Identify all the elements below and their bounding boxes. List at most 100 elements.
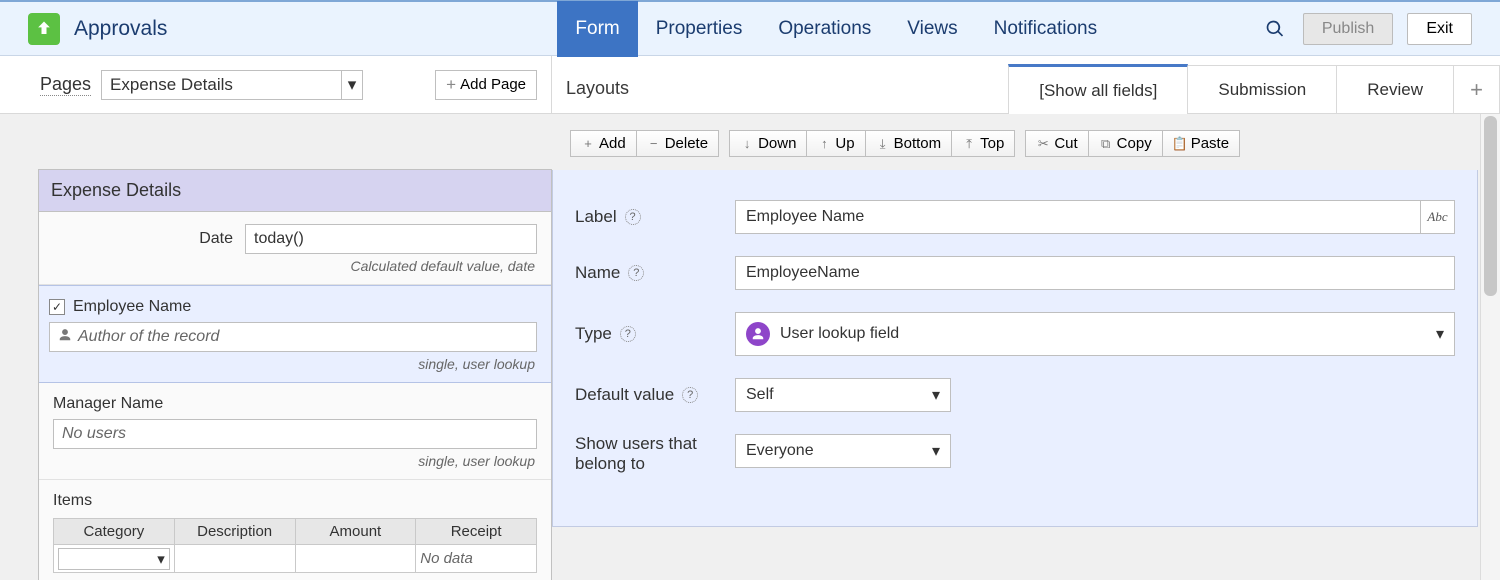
date-input[interactable]: today() <box>245 224 537 254</box>
cell-category[interactable]: ▾ <box>54 545 175 573</box>
field-row-employee[interactable]: ✓ Employee Name Author of the record sin… <box>39 285 551 383</box>
properties-form: Label? Employee Name Abc Name? EmployeeN… <box>552 170 1478 527</box>
label-input[interactable]: Employee Name <box>735 200 1421 234</box>
app-icon <box>28 13 60 45</box>
items-table: Category Description Amount Receipt ▾ No… <box>53 518 537 573</box>
minus-icon: − <box>647 137 661 151</box>
field-hint: single, user lookup <box>53 449 537 475</box>
scrollbar[interactable] <box>1480 114 1500 580</box>
field-row-items[interactable]: Items Category Description Amount Receip… <box>39 480 551 580</box>
delete-button[interactable]: −Delete <box>637 130 719 157</box>
employee-name-input[interactable]: Author of the record <box>49 322 537 352</box>
chevron-down-icon: ▾ <box>1436 324 1444 344</box>
field-label: Items <box>53 492 537 518</box>
arrow-to-bottom-icon: ⤓ <box>876 137 890 151</box>
form-card-title: Expense Details <box>39 170 551 212</box>
type-select[interactable]: User lookup field ▾ <box>735 312 1455 356</box>
col-category: Category <box>54 519 175 545</box>
top-button[interactable]: ⤒Top <box>952 130 1015 157</box>
pages-select-value: Expense Details <box>110 75 233 95</box>
help-icon[interactable]: ? <box>682 387 698 403</box>
prop-showusers-2: belong to <box>575 454 645 474</box>
exit-button[interactable]: Exit <box>1407 13 1472 45</box>
category-select[interactable]: ▾ <box>58 548 170 570</box>
plus-icon: + <box>581 137 595 151</box>
nav-notifications[interactable]: Notifications <box>976 1 1116 57</box>
bottom-button[interactable]: ⤓Bottom <box>866 130 953 157</box>
abc-icon[interactable]: Abc <box>1421 200 1455 234</box>
nav-properties[interactable]: Properties <box>638 1 761 57</box>
field-properties-panel: +Add −Delete ↓Down ↑Up ⤓Bottom ⤒Top ✂Cut… <box>552 114 1500 580</box>
field-row-date[interactable]: Date today() Calculated default value, d… <box>39 212 551 285</box>
pages-label: Pages <box>40 74 91 96</box>
chevron-down-icon[interactable]: ▾ <box>341 70 362 100</box>
clipboard-icon: 📋 <box>1173 137 1187 151</box>
search-icon[interactable] <box>1261 15 1289 43</box>
layout-tab-show-all[interactable]: [Show all fields] <box>1008 64 1188 114</box>
down-button[interactable]: ↓Down <box>729 130 807 157</box>
work-area: Expense Details Date today() Calculated … <box>0 114 1500 580</box>
manager-name-input[interactable]: No users <box>53 419 537 449</box>
help-icon[interactable]: ? <box>620 326 636 342</box>
up-button[interactable]: ↑Up <box>807 130 865 157</box>
prop-default: Default value <box>575 385 674 405</box>
scissors-icon: ✂ <box>1036 137 1050 151</box>
prop-showusers-1: Show users that <box>575 434 697 454</box>
field-toolbar: +Add −Delete ↓Down ↑Up ⤓Bottom ⤒Top ✂Cut… <box>552 114 1500 167</box>
arrow-to-top-icon: ⤒ <box>962 137 976 151</box>
field-hint: Calculated default value, date <box>53 254 537 280</box>
cell-receipt: No data <box>416 545 537 573</box>
chevron-down-icon: ▾ <box>932 441 940 461</box>
arrow-up-icon: ↑ <box>817 137 831 151</box>
field-label: Date <box>53 230 245 248</box>
field-label: Manager Name <box>53 395 537 419</box>
plus-icon: + <box>1470 77 1483 103</box>
cell-description[interactable] <box>174 545 295 573</box>
nav-form[interactable]: Form <box>557 1 637 57</box>
user-icon <box>58 328 72 347</box>
add-page-label: Add Page <box>460 76 526 93</box>
chevron-down-icon: ▾ <box>932 385 940 405</box>
name-input[interactable]: EmployeeName <box>735 256 1455 290</box>
nav-views[interactable]: Views <box>889 1 975 57</box>
top-bar: Approvals Form Properties Operations Vie… <box>0 0 1500 56</box>
publish-button[interactable]: Publish <box>1303 13 1393 45</box>
col-description: Description <box>174 519 295 545</box>
copy-icon: ⧉ <box>1099 137 1113 151</box>
plus-icon: + <box>446 75 456 95</box>
layout-tab-add[interactable]: + <box>1454 65 1500 113</box>
paste-button[interactable]: 📋Paste <box>1163 130 1240 157</box>
help-icon[interactable]: ? <box>628 265 644 281</box>
arrow-down-icon: ↓ <box>740 137 754 151</box>
form-card: Expense Details Date today() Calculated … <box>38 169 552 580</box>
layouts-label: Layouts <box>566 78 629 113</box>
show-users-select[interactable]: Everyone▾ <box>735 434 951 468</box>
chevron-down-icon: ▾ <box>157 550 169 568</box>
add-page-button[interactable]: + Add Page <box>435 70 537 100</box>
form-preview-panel: Expense Details Date today() Calculated … <box>0 114 552 580</box>
field-hint: single, user lookup <box>49 352 537 378</box>
add-button[interactable]: +Add <box>570 130 637 157</box>
col-receipt: Receipt <box>416 519 537 545</box>
col-amount: Amount <box>295 519 416 545</box>
layout-tabs: [Show all fields] Submission Review + <box>1008 65 1500 113</box>
sub-bar: Pages Expense Details ▾ + Add Page Layou… <box>0 56 1500 114</box>
default-value-select[interactable]: Self▾ <box>735 378 951 412</box>
nested-hint: Nested <box>53 573 537 580</box>
layout-tab-submission[interactable]: Submission <box>1188 65 1337 113</box>
cut-button[interactable]: ✂Cut <box>1025 130 1088 157</box>
top-nav: Form Properties Operations Views Notific… <box>557 1 1115 57</box>
cell-amount[interactable] <box>295 545 416 573</box>
field-row-manager[interactable]: Manager Name No users single, user looku… <box>39 383 551 480</box>
prop-label: Label <box>575 207 617 227</box>
layout-tab-review[interactable]: Review <box>1337 65 1454 113</box>
copy-button[interactable]: ⧉Copy <box>1089 130 1163 157</box>
pages-select[interactable]: Expense Details ▾ <box>101 70 363 100</box>
nav-operations[interactable]: Operations <box>760 1 889 57</box>
user-icon <box>746 322 770 346</box>
app-title: Approvals <box>74 17 167 41</box>
field-checkbox[interactable]: ✓ <box>49 299 65 315</box>
help-icon[interactable]: ? <box>625 209 641 225</box>
field-label: Employee Name <box>73 298 191 316</box>
prop-type: Type <box>575 324 612 344</box>
